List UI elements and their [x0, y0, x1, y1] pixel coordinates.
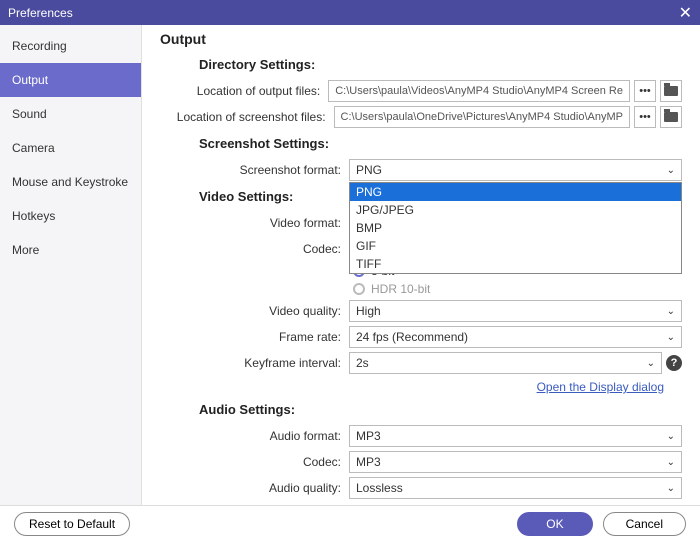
folder-icon: [664, 112, 678, 122]
cancel-button[interactable]: Cancel: [603, 512, 686, 536]
sidebar-item-camera[interactable]: Camera: [0, 131, 141, 165]
sidebar: Recording Output Sound Camera Mouse and …: [0, 25, 142, 505]
close-icon[interactable]: ✕: [679, 3, 692, 23]
row-audio-quality: Audio quality: Lossless ⌄: [154, 477, 682, 499]
chevron-down-icon: ⌄: [667, 431, 675, 442]
help-icon[interactable]: ?: [666, 355, 682, 371]
row-audio-format: Audio format: MP3 ⌄: [154, 425, 682, 447]
sidebar-item-sound[interactable]: Sound: [0, 97, 141, 131]
chevron-down-icon: ⌄: [667, 332, 675, 343]
screenshot-format-select[interactable]: PNG ⌄ PNG JPG/JPEG BMP GIF TIFF: [349, 159, 682, 181]
row-output-location: Location of output files: C:\Users\paula…: [154, 80, 682, 102]
row-hdr: HDR 10-bit: [353, 282, 682, 296]
sidebar-item-recording[interactable]: Recording: [0, 29, 141, 63]
audio-codec-value: MP3: [356, 455, 381, 469]
page-title: Output: [160, 31, 682, 47]
audio-quality-value: Lossless: [356, 481, 403, 495]
row-frame-rate: Frame rate: 24 fps (Recommend) ⌄: [154, 326, 682, 348]
label-audio-format: Audio format:: [154, 429, 349, 443]
window-title: Preferences: [8, 6, 73, 20]
open-screenshot-folder-button[interactable]: [660, 106, 682, 128]
sidebar-item-hotkeys[interactable]: Hotkeys: [0, 199, 141, 233]
frame-rate-value: 24 fps (Recommend): [356, 330, 468, 344]
row-display-link: Open the Display dialog: [154, 380, 664, 394]
chevron-down-icon: ⌄: [667, 457, 675, 468]
dropdown-item-bmp[interactable]: BMP: [350, 219, 681, 237]
screenshot-format-value: PNG: [356, 163, 382, 177]
output-path-field[interactable]: C:\Users\paula\Videos\AnyMP4 Studio\AnyM…: [328, 80, 630, 102]
label-screenshot-location: Location of screenshot files:: [154, 110, 334, 124]
section-directory-title: Directory Settings:: [199, 57, 682, 72]
section-audio-title: Audio Settings:: [199, 402, 682, 417]
dropdown-item-gif[interactable]: GIF: [350, 237, 681, 255]
keyframe-interval-value: 2s: [356, 356, 369, 370]
keyframe-interval-select[interactable]: 2s ⌄: [349, 352, 662, 374]
browse-output-button[interactable]: •••: [634, 80, 656, 102]
frame-rate-select[interactable]: 24 fps (Recommend) ⌄: [349, 326, 682, 348]
open-output-folder-button[interactable]: [660, 80, 682, 102]
chevron-down-icon: ⌄: [647, 358, 655, 369]
reset-button[interactable]: Reset to Default: [14, 512, 130, 536]
sidebar-item-more[interactable]: More: [0, 233, 141, 267]
main: Recording Output Sound Camera Mouse and …: [0, 25, 700, 505]
ok-button[interactable]: OK: [517, 512, 592, 536]
browse-screenshot-button[interactable]: •••: [634, 106, 656, 128]
screenshot-path-field[interactable]: C:\Users\paula\OneDrive\Pictures\AnyMP4 …: [334, 106, 630, 128]
audio-format-value: MP3: [356, 429, 381, 443]
label-frame-rate: Frame rate:: [154, 330, 349, 344]
label-video-format: Video format:: [154, 216, 349, 230]
chevron-down-icon: ⌄: [667, 483, 675, 494]
audio-quality-select[interactable]: Lossless ⌄: [349, 477, 682, 499]
screenshot-format-dropdown: PNG JPG/JPEG BMP GIF TIFF: [349, 182, 682, 274]
sidebar-item-output[interactable]: Output: [0, 63, 141, 97]
titlebar: Preferences ✕: [0, 0, 700, 25]
row-audio-codec: Codec: MP3 ⌄: [154, 451, 682, 473]
sidebar-item-mouse-keystroke[interactable]: Mouse and Keystroke: [0, 165, 141, 199]
video-quality-select[interactable]: High ⌄: [349, 300, 682, 322]
label-audio-codec: Codec:: [154, 455, 349, 469]
section-screenshot-title: Screenshot Settings:: [199, 136, 682, 151]
chevron-down-icon: ⌄: [667, 306, 675, 317]
label-video-codec: Codec:: [154, 242, 349, 256]
audio-format-select[interactable]: MP3 ⌄: [349, 425, 682, 447]
row-video-quality: Video quality: High ⌄: [154, 300, 682, 322]
label-hdr: HDR 10-bit: [371, 282, 430, 296]
dropdown-item-tiff[interactable]: TIFF: [350, 255, 681, 273]
row-screenshot-location: Location of screenshot files: C:\Users\p…: [154, 106, 682, 128]
dropdown-item-png[interactable]: PNG: [350, 183, 681, 201]
label-output-location: Location of output files:: [154, 84, 328, 98]
dropdown-item-jpg[interactable]: JPG/JPEG: [350, 201, 681, 219]
audio-codec-select[interactable]: MP3 ⌄: [349, 451, 682, 473]
content: Output Directory Settings: Location of o…: [142, 25, 700, 505]
label-screenshot-format: Screenshot format:: [154, 163, 349, 177]
open-display-dialog-link[interactable]: Open the Display dialog: [537, 380, 664, 394]
video-quality-value: High: [356, 304, 381, 318]
radio-hdr[interactable]: [353, 283, 365, 295]
label-audio-quality: Audio quality:: [154, 481, 349, 495]
folder-icon: [664, 86, 678, 96]
footer: Reset to Default OK Cancel: [0, 505, 700, 541]
label-keyframe-interval: Keyframe interval:: [154, 356, 349, 370]
row-screenshot-format: Screenshot format: PNG ⌄ PNG JPG/JPEG BM…: [154, 159, 682, 181]
row-keyframe-interval: Keyframe interval: 2s ⌄ ?: [154, 352, 682, 374]
label-video-quality: Video quality:: [154, 304, 349, 318]
chevron-down-icon: ⌄: [667, 165, 675, 176]
